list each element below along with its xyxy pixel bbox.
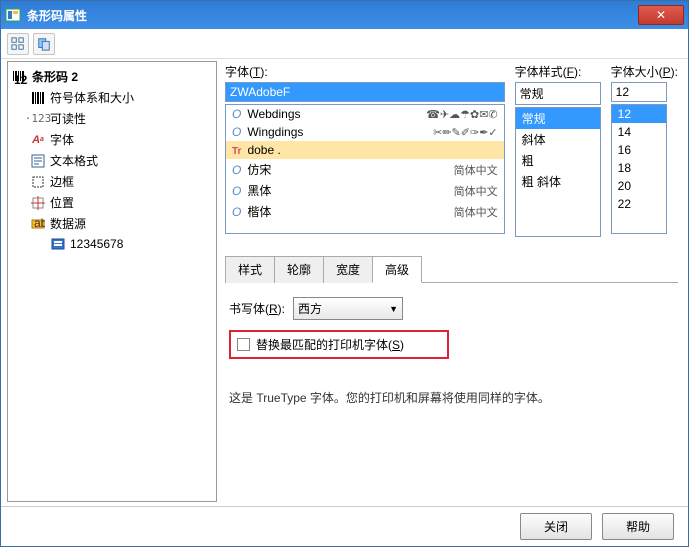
tab-advanced[interactable]: 高级 — [372, 256, 422, 283]
size-list-item[interactable]: 20 — [612, 177, 666, 195]
tabs: 样式 轮廓 宽度 高级 — [225, 255, 678, 283]
tree-item-symbology[interactable]: 符号体系和大小 — [10, 87, 214, 108]
font-list-item[interactable]: O仿宋简体中文 — [226, 159, 504, 180]
tree-item-position[interactable]: 位置 — [10, 192, 214, 213]
datasource-icon: ab — [30, 216, 46, 232]
font-list-item[interactable]: Trdobe . — [226, 141, 504, 159]
tree-root-label: 条形码 2 — [32, 68, 78, 85]
tree-item-border[interactable]: 边框 — [10, 171, 214, 192]
script-label: 书写体(R): — [229, 300, 285, 317]
tab-width[interactable]: 宽度 — [323, 256, 373, 283]
dialog-body: 123 条形码 2 符号体系和大小 ·123 可读性 Aa 字体 文本格式 — [1, 59, 688, 506]
tree-item-datasource-value[interactable]: 12345678 — [10, 234, 214, 254]
tab-outline[interactable]: 轮廓 — [274, 256, 324, 283]
tree-item-datasource[interactable]: ab 数据源 — [10, 213, 214, 234]
copy-icon — [37, 37, 51, 51]
font-row: 字体(T): ZWAdobeF OWebdings☎✈☁☂✿✉✆ OWingdi… — [225, 63, 678, 237]
right-pane: 字体(T): ZWAdobeF OWebdings☎✈☁☂✿✉✆ OWingdi… — [221, 59, 688, 506]
tree-label: 可读性 — [50, 110, 86, 127]
tree-label: 字体 — [50, 131, 74, 148]
svg-text:123: 123 — [14, 73, 28, 85]
tree-label: 文本格式 — [50, 152, 98, 169]
size-list-item[interactable]: 16 — [612, 141, 666, 159]
tree-label: 位置 — [50, 194, 74, 211]
script-combo[interactable]: 西方 ▼ — [293, 297, 403, 320]
textformat-icon — [30, 153, 46, 169]
close-button[interactable]: ✕ — [638, 5, 684, 25]
tree-pane[interactable]: 123 条形码 2 符号体系和大小 ·123 可读性 Aa 字体 文本格式 — [7, 61, 217, 502]
window-title: 条形码属性 — [27, 7, 638, 24]
toolbar-button-2[interactable] — [33, 33, 55, 55]
font-list-item[interactable]: O黑体简体中文 — [226, 180, 504, 201]
style-list-item[interactable]: 粗 — [516, 150, 600, 171]
printer-font-checkbox-row[interactable]: 替换最匹配的打印机字体(S) — [229, 330, 449, 359]
size-listbox[interactable]: 12 14 16 18 20 22 — [611, 104, 667, 234]
font-listbox[interactable]: OWebdings☎✈☁☂✿✉✆ OWingdings✂✏✎✐✑✒✓ Trdob… — [225, 104, 505, 234]
size-list-item[interactable]: 22 — [612, 195, 666, 213]
checkbox-label: 替换最匹配的打印机字体(S) — [256, 336, 404, 353]
tree-label: 边框 — [50, 173, 74, 190]
style-listbox[interactable]: 常规 斜体 粗 粗 斜体 — [515, 107, 601, 237]
font-list-item[interactable]: OWebdings☎✈☁☂✿✉✆ — [226, 105, 504, 123]
style-list-item[interactable]: 斜体 — [516, 129, 600, 150]
close-dialog-button[interactable]: 关闭 — [520, 513, 592, 540]
tree-root[interactable]: 123 条形码 2 — [10, 66, 214, 87]
script-row: 书写体(R): 西方 ▼ — [229, 297, 674, 320]
number-icon: ·123 — [30, 111, 46, 127]
svg-text:ab: ab — [34, 217, 45, 230]
dialog-window: 条形码属性 ✕ 123 条形码 2 符号体系和大小 ·123 — [0, 0, 689, 547]
font-icon: Aa — [30, 132, 46, 148]
style-list-item[interactable]: 常规 — [516, 108, 600, 129]
size-input[interactable]: 12 — [611, 82, 667, 102]
dialog-footer: 关闭 帮助 — [1, 506, 688, 546]
tree-label: 12345678 — [70, 237, 123, 251]
font-label: 字体(T): — [225, 63, 505, 80]
checkbox[interactable] — [237, 338, 250, 351]
style-group: 字体样式(F): 常规 常规 斜体 粗 粗 斜体 — [515, 63, 601, 237]
help-button[interactable]: 帮助 — [602, 513, 674, 540]
toolbar-button-1[interactable] — [7, 33, 29, 55]
tree-item-font[interactable]: Aa 字体 — [10, 129, 214, 150]
position-icon — [30, 195, 46, 211]
style-label: 字体样式(F): — [515, 63, 601, 80]
chevron-down-icon: ▼ — [389, 304, 398, 314]
bars-icon — [30, 90, 46, 106]
style-input[interactable]: 常规 — [515, 82, 601, 105]
font-list-item[interactable]: OWingdings✂✏✎✐✑✒✓ — [226, 123, 504, 141]
size-group: 字体大小(P): 12 12 14 16 18 20 22 — [611, 63, 678, 237]
titlebar[interactable]: 条形码属性 ✕ — [1, 1, 688, 29]
border-icon — [30, 174, 46, 190]
selection-icon — [11, 37, 25, 51]
tree-item-readability[interactable]: ·123 可读性 — [10, 108, 214, 129]
app-icon — [5, 7, 21, 23]
data-icon — [50, 236, 66, 252]
tree-label: 数据源 — [50, 215, 86, 232]
size-list-item[interactable]: 14 — [612, 123, 666, 141]
size-list-item[interactable]: 12 — [612, 105, 666, 123]
size-label: 字体大小(P): — [611, 63, 678, 80]
tab-style[interactable]: 样式 — [225, 256, 275, 283]
size-list-item[interactable]: 18 — [612, 159, 666, 177]
font-input[interactable]: ZWAdobeF — [225, 82, 505, 102]
barcode-icon: 123 — [12, 69, 28, 85]
tree-label: 符号体系和大小 — [50, 89, 134, 106]
close-icon: ✕ — [656, 8, 666, 22]
style-list-item[interactable]: 粗 斜体 — [516, 171, 600, 192]
info-text: 这是 TrueType 字体。您的打印机和屏幕将使用同样的字体。 — [229, 389, 674, 406]
toolbar — [1, 29, 688, 59]
script-value: 西方 — [298, 300, 322, 317]
tree-item-textformat[interactable]: 文本格式 — [10, 150, 214, 171]
font-group: 字体(T): ZWAdobeF OWebdings☎✈☁☂✿✉✆ OWingdi… — [225, 63, 505, 237]
font-list-item[interactable]: O楷体简体中文 — [226, 201, 504, 222]
tab-panel-advanced: 书写体(R): 西方 ▼ 替换最匹配的打印机字体(S) 这是 TrueType … — [225, 283, 678, 420]
